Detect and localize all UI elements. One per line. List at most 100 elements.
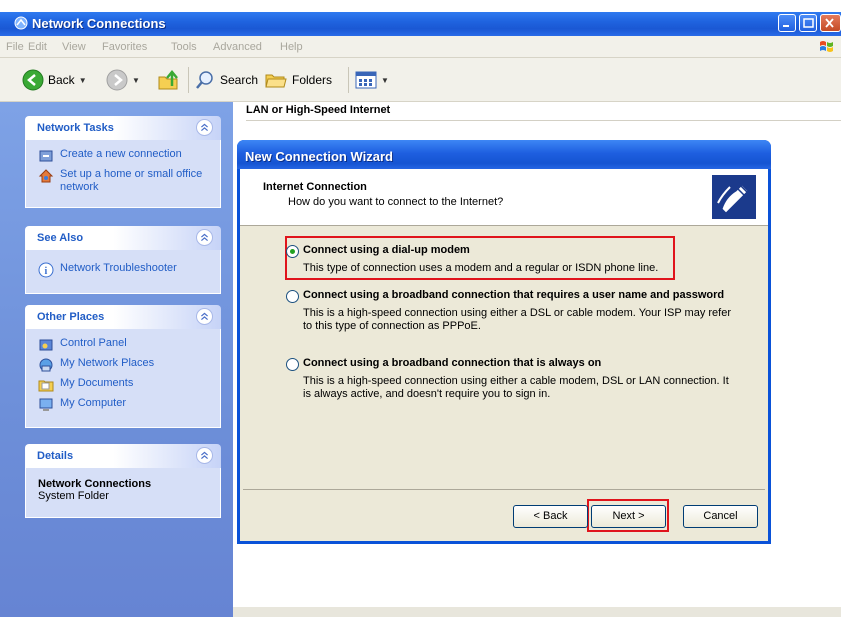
option-description: This is a high-speed connection using ei… <box>303 375 729 400</box>
home-network-icon <box>38 169 54 183</box>
option-title: Connect using a broadband connection tha… <box>303 289 725 301</box>
info-icon: i <box>38 262 54 278</box>
control-panel-icon <box>39 339 53 351</box>
panel-title: Details <box>37 450 74 462</box>
search-icon <box>196 71 213 89</box>
option-description: This type of connection uses a modem and… <box>303 262 659 274</box>
menu-bar: File Edit View Favorites Tools Advanced … <box>0 36 841 58</box>
network-cable-icon <box>712 175 756 219</box>
new-connection-wizard: New Connection Wizard Internet Connectio… <box>237 140 771 544</box>
place-my-computer[interactable]: My Computer <box>38 397 210 413</box>
details-body: Network Connections System Folder <box>25 468 221 518</box>
cancel-button[interactable]: Cancel <box>683 505 758 528</box>
menu-help[interactable]: Help <box>280 41 303 53</box>
option-title: Connect using a dial-up modem <box>303 244 470 256</box>
details-type: System Folder <box>38 490 109 502</box>
folders-label: Folders <box>292 73 333 87</box>
place-label: My Computer <box>60 397 127 409</box>
search-button[interactable]: Search <box>194 68 258 92</box>
place-label: My Network Places <box>60 357 155 369</box>
wizard-subheading: How do you want to connect to the Intern… <box>288 196 504 208</box>
toolbar: Back ▼ ▼ Search Folders ▼ <box>0 58 841 102</box>
back-arrow-icon <box>22 69 44 91</box>
see-also-header[interactable]: See Also <box>25 226 221 250</box>
option-broadband-login[interactable]: Connect using a broadband connection tha… <box>286 289 746 333</box>
back-label: Back <box>48 73 75 87</box>
wizard-header: Internet Connection How do you want to c… <box>240 169 768 226</box>
option-broadband-always-on[interactable]: Connect using a broadband connection tha… <box>286 357 746 401</box>
details-name: Network Connections <box>38 478 152 490</box>
collapse-icon[interactable] <box>196 308 213 325</box>
title-bar: Network Connections <box>0 12 841 36</box>
other-places-body: Control Panel My Network Places My Docum… <box>25 329 221 428</box>
close-icon <box>825 18 834 28</box>
close-button[interactable] <box>820 14 841 32</box>
place-my-documents[interactable]: My Documents <box>38 377 210 393</box>
menu-favorites[interactable]: Favorites <box>102 41 147 53</box>
task-label: Set up a home or small office network <box>60 168 203 193</box>
radio-broadband-login[interactable] <box>286 290 299 303</box>
back-wizard-button[interactable]: < Back <box>513 505 588 528</box>
task-create-connection[interactable]: Create a new connection <box>38 148 210 164</box>
see-also-body: i Network Troubleshooter <box>25 250 221 294</box>
maximize-icon <box>803 18 814 28</box>
status-strip <box>233 607 841 617</box>
folders-icon <box>265 74 287 88</box>
details-header[interactable]: Details <box>25 444 221 468</box>
network-connections-icon <box>14 16 28 30</box>
collapse-icon[interactable] <box>196 119 213 136</box>
place-my-network-places[interactable]: My Network Places <box>38 357 210 373</box>
option-dialup[interactable]: Connect using a dial-up modem This type … <box>286 244 746 275</box>
maximize-button[interactable] <box>799 14 817 32</box>
up-folder-button[interactable] <box>157 68 181 92</box>
place-label: My Documents <box>60 377 134 389</box>
forward-dropdown-icon[interactable]: ▼ <box>132 76 140 85</box>
network-tasks-header[interactable]: Network Tasks <box>25 116 221 140</box>
minimize-icon <box>783 25 789 27</box>
window-title: Network Connections <box>32 16 166 31</box>
up-folder-icon <box>158 70 178 90</box>
views-icon <box>355 71 377 89</box>
button-divider <box>243 489 765 490</box>
folders-button[interactable]: Folders <box>264 68 332 92</box>
place-control-panel[interactable]: Control Panel <box>38 337 210 353</box>
menu-edit[interactable]: Edit <box>28 41 47 53</box>
task-label: Network Troubleshooter <box>60 262 177 274</box>
menu-file[interactable]: File <box>6 41 24 53</box>
views-button[interactable]: ▼ <box>355 68 389 92</box>
collapse-icon[interactable] <box>196 229 213 246</box>
radio-dialup[interactable] <box>286 245 299 258</box>
task-network-troubleshooter[interactable]: i Network Troubleshooter <box>38 262 210 278</box>
other-places-header[interactable]: Other Places <box>25 305 221 329</box>
panel-title: Network Tasks <box>37 122 114 134</box>
panel-title: See Also <box>37 232 84 244</box>
collapse-icon[interactable] <box>196 447 213 464</box>
menu-tools[interactable]: Tools <box>171 41 197 53</box>
place-label: Control Panel <box>60 337 127 349</box>
network-places-icon <box>39 358 53 372</box>
radio-broadband-always-on[interactable] <box>286 358 299 371</box>
wizard-title-bar[interactable]: New Connection Wizard <box>237 140 771 169</box>
option-title: Connect using a broadband connection tha… <box>303 357 602 369</box>
my-documents-icon <box>38 380 54 392</box>
other-places-panel: Other Places Control Panel My Network Pl… <box>25 305 221 428</box>
forward-button[interactable]: ▼ <box>106 68 140 92</box>
task-home-network[interactable]: Set up a home or small office network <box>38 168 210 194</box>
network-tasks-panel: Network Tasks Create a new connection Se… <box>25 116 221 208</box>
next-button[interactable]: Next > <box>591 505 666 528</box>
views-dropdown-icon[interactable]: ▼ <box>381 76 389 85</box>
see-also-panel: See Also i Network Troubleshooter <box>25 226 221 294</box>
panel-title: Other Places <box>37 311 105 323</box>
details-panel: Details Network Connections System Folde… <box>25 444 221 518</box>
back-button[interactable]: Back ▼ <box>22 68 87 92</box>
option-description: This is a high-speed connection using ei… <box>303 307 732 332</box>
menu-advanced[interactable]: Advanced <box>213 41 262 53</box>
back-dropdown-icon[interactable]: ▼ <box>79 76 87 85</box>
minimize-button[interactable] <box>778 14 796 32</box>
network-tasks-body: Create a new connection Set up a home or… <box>25 140 221 208</box>
wizard-heading: Internet Connection <box>263 181 367 193</box>
menu-view[interactable]: View <box>62 41 86 53</box>
new-connection-icon <box>39 150 53 162</box>
my-computer-icon <box>39 398 53 411</box>
task-label: Create a new connection <box>60 148 182 160</box>
